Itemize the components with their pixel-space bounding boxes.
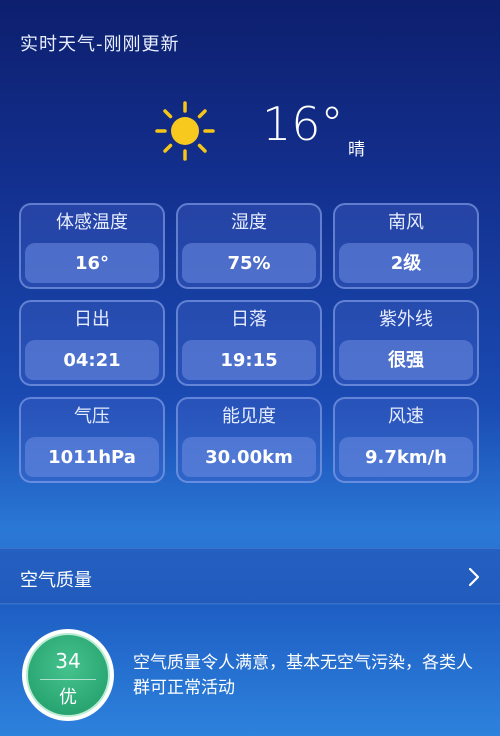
- aqi-level: 优: [59, 687, 77, 708]
- page-title: 实时天气-刚刚更新: [20, 34, 180, 55]
- detail-value: 04:21: [25, 340, 159, 380]
- detail-card-sunrise: 日出 04:21: [19, 300, 165, 386]
- detail-label: 气压: [74, 406, 110, 427]
- aqi-value: 34: [55, 649, 81, 673]
- current-weather: 16° 晴: [0, 95, 500, 165]
- detail-card-pressure: 气压 1011hPa: [19, 397, 165, 483]
- detail-label: 南风: [388, 212, 424, 233]
- weather-condition: 晴: [348, 140, 365, 160]
- detail-label: 体感温度: [56, 212, 128, 233]
- air-quality-panel: 34 优 空气质量令人满意，基本无空气污染，各类人群可正常活动: [0, 605, 500, 736]
- detail-label: 能见度: [222, 406, 276, 427]
- weather-details-grid: 体感温度 16° 湿度 75% 南风 2级 日出 04:21 日落 19:15 …: [19, 203, 481, 483]
- detail-label: 湿度: [231, 212, 267, 233]
- air-quality-header[interactable]: 空气质量: [0, 548, 500, 604]
- detail-value: 75%: [182, 243, 316, 283]
- detail-value: 19:15: [182, 340, 316, 380]
- aqi-circle: 34 优: [26, 633, 110, 717]
- aqi-badge: 34 优: [22, 629, 114, 721]
- detail-label: 日出: [74, 309, 110, 330]
- detail-value: 16°: [25, 243, 159, 283]
- detail-label: 紫外线: [379, 309, 433, 330]
- detail-card-feels-like: 体感温度 16°: [19, 203, 165, 289]
- detail-card-visibility: 能见度 30.00km: [176, 397, 322, 483]
- detail-card-wind-speed: 风速 9.7km/h: [333, 397, 479, 483]
- sun-icon: [155, 101, 215, 161]
- detail-label: 日落: [231, 309, 267, 330]
- air-quality-label: 空气质量: [20, 570, 92, 591]
- detail-value: 2级: [339, 243, 473, 283]
- air-quality-description: 空气质量令人满意，基本无空气污染，各类人群可正常活动: [133, 653, 473, 698]
- detail-card-humidity: 湿度 75%: [176, 203, 322, 289]
- detail-value: 30.00km: [182, 437, 316, 477]
- detail-value: 9.7km/h: [339, 437, 473, 477]
- detail-card-wind-direction: 南风 2级: [333, 203, 479, 289]
- detail-label: 风速: [388, 406, 424, 427]
- current-temperature: 16°: [262, 97, 344, 151]
- chevron-right-icon[interactable]: [468, 567, 480, 587]
- detail-card-uv: 紫外线 很强: [333, 300, 479, 386]
- aqi-divider: [40, 679, 96, 680]
- detail-card-sunset: 日落 19:15: [176, 300, 322, 386]
- detail-value: 很强: [339, 340, 473, 380]
- detail-value: 1011hPa: [25, 437, 159, 477]
